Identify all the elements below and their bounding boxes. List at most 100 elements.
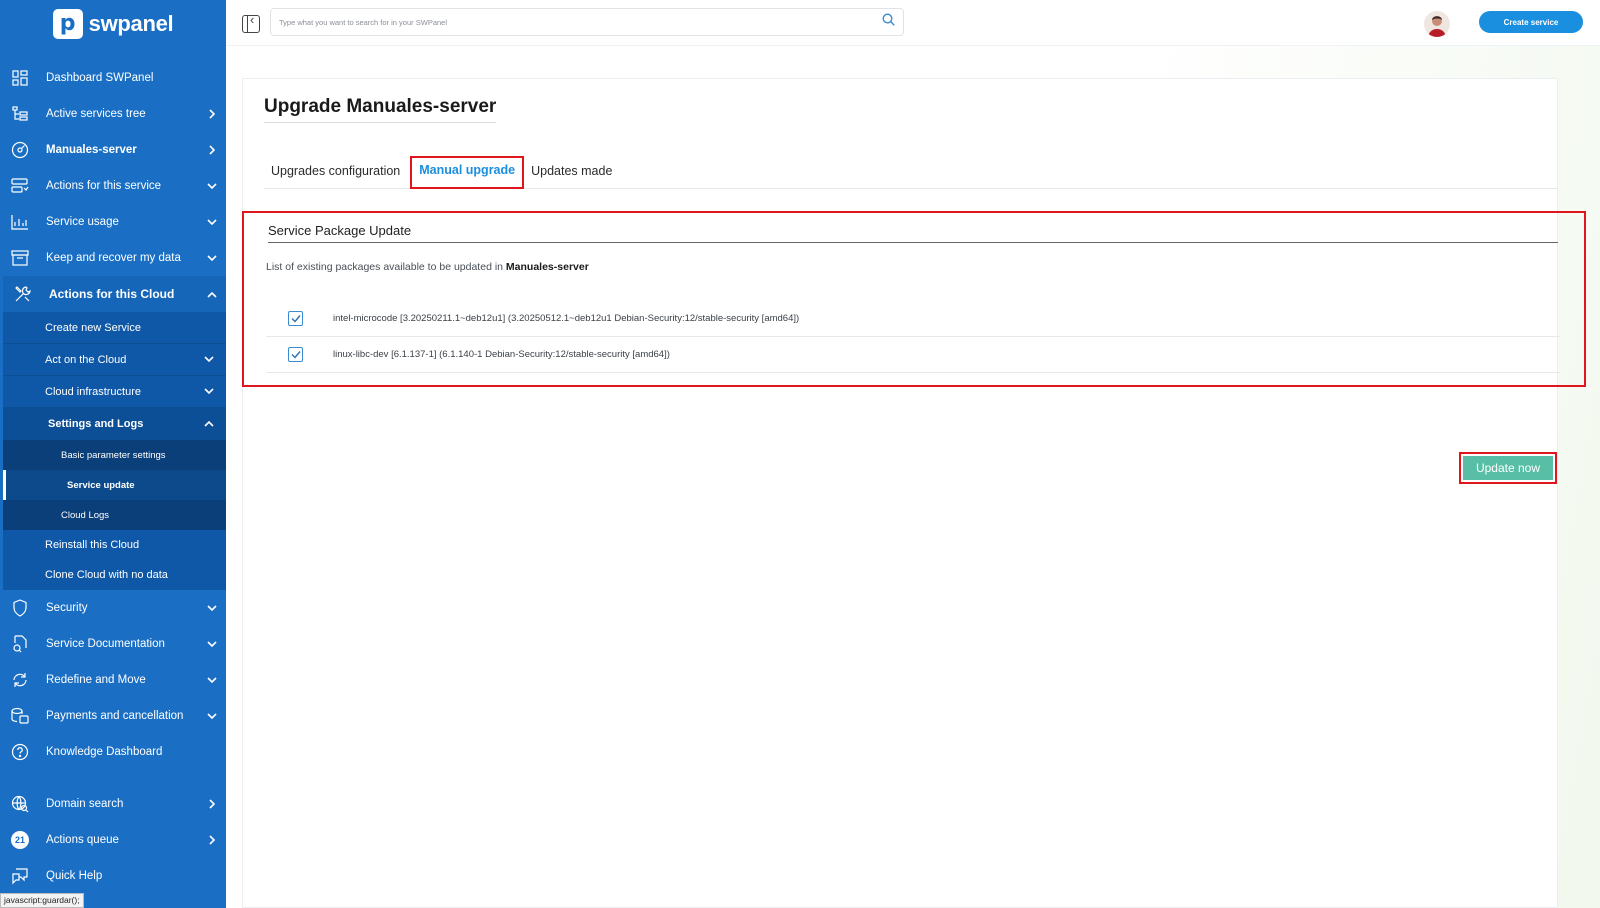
document-icon — [10, 634, 30, 654]
sidebar-item-label: Actions queue — [46, 834, 119, 846]
update-now-button[interactable]: Update now — [1463, 456, 1553, 480]
package-checkbox[interactable] — [288, 311, 303, 326]
refresh-icon — [10, 670, 30, 690]
sidebar-item-label: Knowledge Dashboard — [46, 746, 163, 758]
chevron-up-icon — [204, 418, 214, 430]
browser-status-bar: javascript:guardar(); — [0, 893, 84, 908]
sidebar-item-label: Service Documentation — [46, 638, 165, 650]
swpanel-logo-icon: p — [52, 9, 83, 39]
sidebar-item-cloud-actions[interactable]: Actions for this Cloud — [3, 276, 226, 312]
shield-icon — [10, 598, 30, 618]
chevron-right-icon — [206, 799, 218, 809]
search-icon[interactable] — [882, 13, 895, 31]
chat-icon — [10, 866, 30, 886]
chevron-down-icon — [204, 354, 214, 366]
globe-search-icon — [10, 794, 30, 814]
sidebar-item-cloud-logs[interactable]: Cloud Logs — [3, 500, 226, 530]
chevron-up-icon — [206, 291, 218, 298]
sidebar-item-reinstall-cloud[interactable]: Reinstall this Cloud — [3, 530, 226, 560]
payments-icon — [10, 706, 30, 726]
sidebar-item-label: Payments and cancellation — [46, 710, 184, 722]
server-actions-icon — [10, 176, 30, 196]
help-circle-icon — [10, 742, 30, 762]
sidebar-item-clone-cloud[interactable]: Clone Cloud with no data — [3, 560, 226, 590]
brand-logo[interactable]: p swpanel — [0, 0, 226, 48]
sidebar-item-active-services[interactable]: Active services tree — [0, 96, 226, 132]
package-checkbox[interactable] — [288, 347, 303, 362]
chevron-right-icon — [206, 109, 218, 119]
sidebar-item-payments[interactable]: Payments and cancellation — [0, 698, 226, 734]
disk-icon — [10, 140, 30, 160]
sidebar-item-label: Create new Service — [45, 321, 141, 334]
chevron-down-icon — [206, 676, 218, 684]
dashboard-icon — [10, 68, 30, 88]
queue-badge: 21 — [10, 830, 30, 850]
description-text: List of existing packages available to b… — [266, 261, 503, 273]
description-server-name: Manuales-server — [505, 261, 589, 273]
tab-manual-upgrade[interactable]: Manual upgrade — [410, 156, 525, 189]
sidebar-item-label: Active services tree — [46, 108, 146, 120]
sidebar-nav: Dashboard SWPanel Active services tree M… — [0, 60, 226, 894]
tab-upgrades-configuration[interactable]: Upgrades configuration — [264, 155, 407, 189]
sidebar-item-label: Act on the Cloud — [45, 353, 127, 366]
sidebar-item-domain-search[interactable]: Domain search — [0, 786, 226, 822]
sidebar-item-documentation[interactable]: Service Documentation — [0, 626, 226, 662]
archive-icon — [10, 248, 30, 268]
sidebar-item-label: Dashboard SWPanel — [46, 72, 154, 84]
sidebar: p swpanel Dashboard SWPanel Active servi… — [0, 0, 226, 908]
search-box — [270, 8, 904, 36]
sidebar-item-label: Quick Help — [46, 870, 103, 882]
package-row: linux-libc-dev [6.1.137-1] (6.1.140-1 De… — [266, 337, 1560, 373]
settings-logs-submenu: Basic parameter settings Service update … — [3, 440, 226, 530]
section-description: List of existing packages available to b… — [266, 261, 589, 273]
sidebar-item-quick-help[interactable]: Quick Help — [0, 858, 226, 894]
sidebar-item-keep-recover[interactable]: Keep and recover my data — [0, 240, 226, 276]
tools-icon — [13, 284, 33, 304]
package-name: intel-microcode [3.20250211.1~deb12u1] (… — [333, 313, 800, 324]
sidebar-item-label: Manuales-server — [46, 144, 137, 156]
create-service-button[interactable]: Create service — [1479, 11, 1583, 33]
sidebar-item-settings-logs[interactable]: Settings and Logs — [3, 408, 226, 440]
sidebar-item-cloud-infrastructure[interactable]: Cloud infrastructure — [3, 376, 226, 408]
top-bar: Create service — [226, 0, 1600, 46]
cloud-actions-submenu: Create new Service Act on the Cloud Clou… — [3, 312, 226, 590]
section-title: Service Package Update — [268, 223, 1558, 243]
search-input[interactable] — [279, 17, 882, 27]
page-title: Upgrade Manuales-server — [264, 96, 497, 123]
sidebar-item-label: Domain search — [46, 798, 124, 810]
package-name: linux-libc-dev [6.1.137-1] (6.1.140-1 De… — [333, 349, 670, 360]
chevron-down-icon — [204, 386, 214, 398]
sidebar-item-service-actions[interactable]: Actions for this service — [0, 168, 226, 204]
chevron-down-icon — [206, 254, 218, 262]
sidebar-item-label: Redefine and Move — [46, 674, 146, 686]
tree-icon — [10, 104, 30, 124]
package-row: intel-microcode [3.20250211.1~deb12u1] (… — [266, 301, 1560, 337]
upgrade-tabs: Upgrades configuration Manual upgrade Up… — [264, 155, 1558, 189]
sidebar-item-act-on-cloud[interactable]: Act on the Cloud — [3, 344, 226, 376]
main-card — [242, 78, 1558, 908]
chevron-down-icon — [206, 604, 218, 612]
sidebar-item-actions-queue[interactable]: 21 Actions queue — [0, 822, 226, 858]
service-package-update-panel: Service Package Update List of existing … — [242, 211, 1586, 387]
avatar[interactable] — [1424, 11, 1450, 37]
sidebar-item-redefine-move[interactable]: Redefine and Move — [0, 662, 226, 698]
collapse-sidebar-icon[interactable] — [242, 12, 260, 33]
sidebar-item-label: Actions for this service — [46, 180, 162, 192]
sidebar-item-basic-settings[interactable]: Basic parameter settings — [3, 440, 226, 470]
update-now-highlight: Update now — [1459, 452, 1557, 484]
sidebar-item-security[interactable]: Security — [0, 590, 226, 626]
queue-count-badge: 21 — [11, 831, 29, 849]
sidebar-item-service-update[interactable]: Service update — [3, 470, 226, 500]
sidebar-item-service-usage[interactable]: Service usage — [0, 204, 226, 240]
sidebar-item-label: Keep and recover my data — [46, 252, 181, 264]
sidebar-item-dashboard[interactable]: Dashboard SWPanel — [0, 60, 226, 96]
sidebar-item-server[interactable]: Manuales-server — [0, 132, 226, 168]
sidebar-item-label: Settings and Logs — [48, 417, 144, 430]
tab-updates-made[interactable]: Updates made — [524, 155, 619, 189]
sidebar-item-knowledge[interactable]: Knowledge Dashboard — [0, 734, 226, 770]
sidebar-item-label: Security — [46, 602, 88, 614]
chevron-down-icon — [206, 712, 218, 720]
sidebar-item-label: Actions for this Cloud — [49, 287, 175, 301]
sidebar-item-create-service[interactable]: Create new Service — [3, 312, 226, 344]
